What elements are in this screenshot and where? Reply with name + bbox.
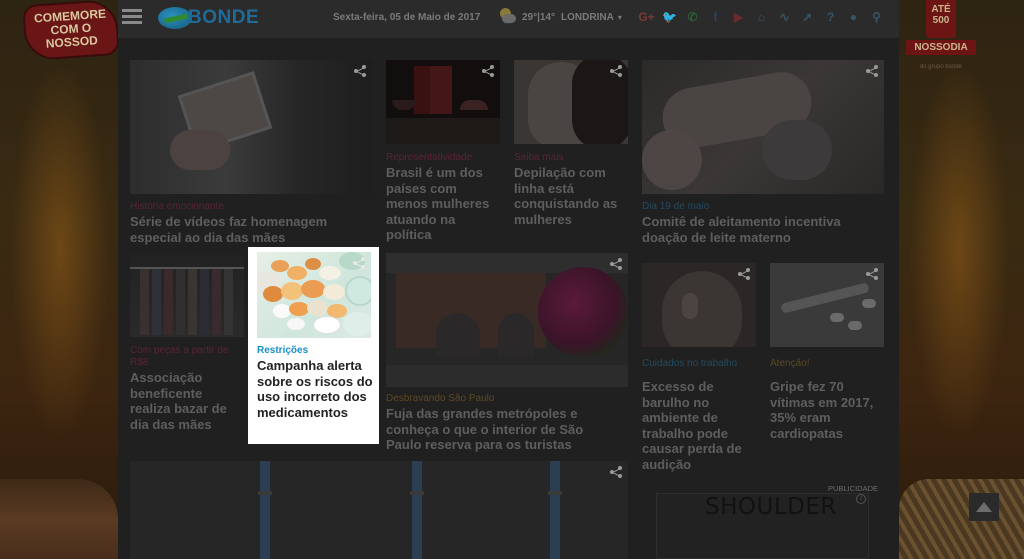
promo-brand: NOSSODIA: [906, 40, 976, 55]
left-side-ad[interactable]: COMEMORE COM O NOSSOD: [0, 0, 118, 559]
pin-icon[interactable]: ➚: [800, 9, 815, 25]
whatsapp-icon[interactable]: ✆: [685, 9, 700, 25]
news-category[interactable]: Cuidados no trabalho: [642, 358, 737, 369]
news-thumbnail[interactable]: [130, 461, 628, 559]
promo-ribbon: ATÉ 500: [926, 0, 956, 38]
chevron-down-icon[interactable]: ▾: [618, 13, 622, 22]
ad-info-icon[interactable]: i: [856, 494, 866, 504]
weather-widget[interactable]: ' ' ' 29°|14° LONDRINA ▾: [498, 8, 622, 29]
news-title[interactable]: Excesso de barulho no ambiente de trabal…: [642, 379, 752, 472]
news-category[interactable]: Dia 19 de maio: [642, 201, 709, 212]
weather-city: LONDRINA: [561, 11, 614, 23]
news-thumbnail[interactable]: [130, 60, 372, 194]
highlighted-news-card[interactable]: Restrições Campanha alerta sobre os risc…: [248, 247, 379, 444]
news-card[interactable]: Dia 19 de maio Comitê de aleitamento inc…: [642, 60, 884, 245]
food-image: [0, 479, 118, 559]
news-category[interactable]: História emocionante: [130, 201, 224, 212]
advertising-banner[interactable]: SHOULDER i: [656, 493, 869, 559]
news-title[interactable]: Comitê de aleitamento incentiva doação d…: [642, 214, 884, 245]
food-image: [899, 479, 1024, 559]
news-card[interactable]: Cuidados no trabalho Excesso de barulho …: [642, 263, 756, 473]
rss-icon[interactable]: ∿: [777, 9, 792, 25]
hamburger-menu-icon[interactable]: [122, 9, 142, 25]
home-icon[interactable]: ⌂: [754, 9, 769, 25]
news-card[interactable]: Desbravando São Paulo Fuja das grandes m…: [386, 253, 628, 453]
share-icon[interactable]: [482, 65, 494, 77]
news-category[interactable]: Representatividade: [386, 152, 472, 163]
ad-headline: SHOULDER: [705, 494, 837, 520]
news-title[interactable]: Gripe fez 70 vítimas em 2017, 35% eram c…: [770, 379, 880, 441]
news-category[interactable]: Atenção!: [770, 358, 809, 369]
ad-glow: [10, 60, 110, 440]
share-icon[interactable]: [866, 268, 878, 280]
news-card[interactable]: Representatividade Brasil é um dos paíse…: [386, 60, 500, 245]
advertising-label: PUBLICIDADE: [828, 484, 879, 493]
news-thumbnail[interactable]: [642, 263, 756, 347]
news-category[interactable]: Saiba mais: [514, 152, 563, 163]
news-category[interactable]: Desbravando São Paulo: [386, 393, 494, 404]
promo-tag: do grupo bonde: [919, 64, 963, 70]
medication-thumbnail[interactable]: [257, 252, 371, 338]
right-promo-badge[interactable]: ATÉ 500 NOSSODIA do grupo bonde: [906, 0, 976, 70]
news-card[interactable]: História emocionante Série de vídeos faz…: [130, 60, 372, 245]
news-category[interactable]: Restrições: [257, 345, 308, 356]
news-title[interactable]: Depilação com linha está conquistando as…: [514, 165, 628, 227]
news-category[interactable]: Com peças a partir de R$8: [130, 345, 244, 369]
current-date: Sexta-feira, 05 de Maio de 2017: [333, 12, 481, 23]
news-thumbnail[interactable]: [386, 60, 500, 144]
news-card[interactable]: Com peças a partir de R$8 Associação ben…: [130, 253, 244, 443]
news-card[interactable]: Saiba mais Depilação com linha está conq…: [514, 60, 628, 245]
user-icon[interactable]: ●: [846, 9, 861, 25]
share-icon[interactable]: [866, 65, 878, 77]
back-to-top-button[interactable]: [969, 493, 999, 521]
logo-mark-icon: [158, 7, 192, 29]
news-thumbnail[interactable]: [386, 253, 628, 387]
news-thumbnail[interactable]: [642, 60, 884, 194]
share-icon[interactable]: [353, 257, 365, 269]
share-icon[interactable]: [610, 65, 622, 77]
news-thumbnail[interactable]: [514, 60, 628, 144]
news-title[interactable]: Fuja das grandes metrópoles e conheça o …: [386, 406, 616, 453]
share-icon[interactable]: [738, 268, 750, 280]
arrow-up-icon: [976, 502, 992, 512]
news-card[interactable]: Atenção! Gripe fez 70 vítimas em 2017, 3…: [770, 263, 884, 453]
weather-cloud-sun-icon: ' ' ': [498, 8, 516, 29]
site-logo[interactable]: BONDE: [158, 6, 259, 30]
news-thumbnail[interactable]: [770, 263, 884, 347]
facebook-icon[interactable]: f: [708, 9, 723, 25]
weather-temperature: 29°|14°: [522, 11, 556, 23]
search-icon[interactable]: ⚲: [869, 9, 884, 25]
main-page: BONDE Sexta-feira, 05 de Maio de 2017 ' …: [118, 0, 899, 559]
news-title[interactable]: Série de vídeos faz homenagem especial a…: [130, 214, 372, 245]
left-promo-badge[interactable]: COMEMORE COM O NOSSOD: [22, 0, 118, 62]
news-thumbnail[interactable]: [130, 253, 244, 337]
ad-glow: [909, 60, 1009, 440]
google-plus-icon[interactable]: G+: [638, 9, 654, 25]
youtube-icon[interactable]: ▶: [731, 9, 746, 25]
logo-text: BONDE: [188, 7, 260, 28]
right-side-ad[interactable]: ATÉ 500 NOSSODIA do grupo bonde: [899, 0, 1024, 559]
news-title[interactable]: Brasil é um dos países com menos mulhere…: [386, 165, 500, 243]
news-title[interactable]: Associação beneficente realiza bazar de …: [130, 370, 238, 432]
twitter-icon[interactable]: 🐦: [662, 9, 677, 25]
top-navigation-bar: BONDE Sexta-feira, 05 de Maio de 2017 ' …: [118, 0, 899, 38]
share-icon[interactable]: [610, 258, 622, 270]
share-icon[interactable]: [354, 65, 366, 77]
news-title[interactable]: Campanha alerta sobre os riscos do uso i…: [257, 358, 375, 420]
share-icon[interactable]: [610, 466, 622, 478]
social-icons-bar: G+ 🐦 ✆ f ▶ ⌂ ∿ ➚ ? ● ⚲: [638, 9, 892, 25]
help-icon[interactable]: ?: [823, 9, 838, 25]
news-card[interactable]: [130, 461, 628, 559]
